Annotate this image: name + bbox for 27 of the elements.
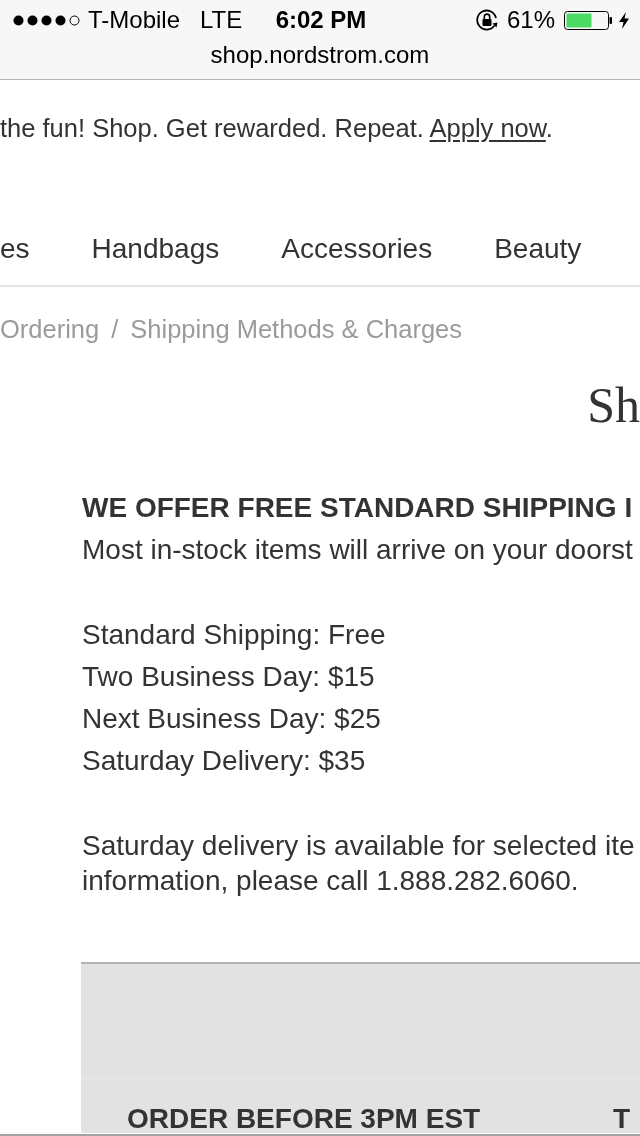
category-nav-link[interactable]: Handbags [91, 234, 220, 264]
apply-now-link[interactable]: Apply now [429, 114, 546, 142]
clock-time: 6:02 PM [275, 8, 367, 32]
section-heading: WE OFFER FREE STANDARD SHIPPING I [82, 491, 634, 525]
table-cell: ORDER BEFORE 3PM EST [127, 1105, 481, 1133]
url-address[interactable]: shop.nordstrom.com [210, 43, 430, 67]
table-cell: T [612, 1105, 630, 1133]
carrier-name: T-Mobile [88, 8, 181, 32]
breadcrumb-separator: / [111, 314, 119, 344]
shipping-option-text: Saturday Delivery: $35 [82, 744, 366, 778]
intro-text: Most in-stock items will arrive on your doorst [82, 533, 634, 567]
delivery-note-text: information, please call 1.888.282.6060. [82, 864, 579, 898]
battery-icon [564, 10, 612, 30]
network-type: LTE [200, 8, 243, 32]
signal-strength-icon [13, 14, 80, 26]
battery-percentage: 61% [506, 8, 555, 32]
category-nav-link[interactable]: Beauty [494, 234, 582, 264]
delivery-note-text: Saturday delivery is available for selected ite [82, 829, 635, 863]
category-nav-link[interactable]: Accessories [281, 234, 433, 264]
page-title: Sh [587, 376, 640, 435]
category-nav-link[interactable]: es [0, 234, 30, 264]
shipping-option-text: Next Business Day: $25 [82, 702, 381, 736]
promo-text: the fun! Shop. Get rewarded. Repeat. Apply now. [0, 113, 553, 143]
shipping-option-text: Two Business Day: $15 [82, 660, 375, 694]
charging-bolt-icon [619, 11, 629, 29]
rotation-lock-icon [474, 9, 499, 31]
shipping-option-text: Standard Shipping: Free [82, 618, 386, 652]
